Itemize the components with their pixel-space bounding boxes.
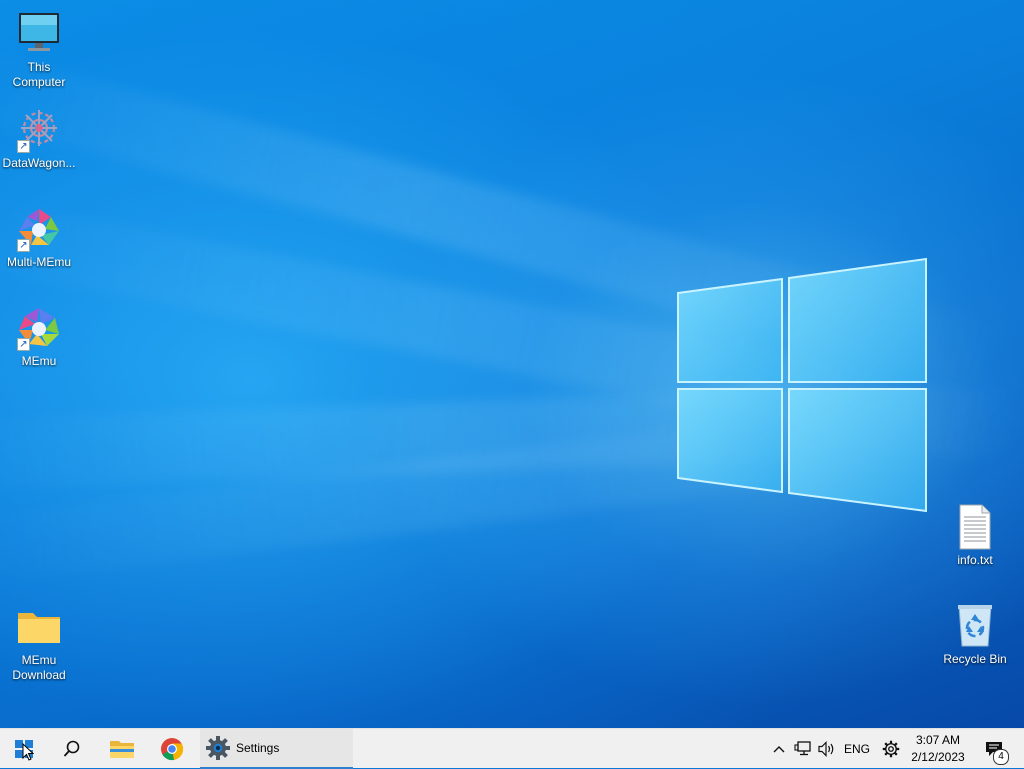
desktop-icon-label: Multi-MEmu — [6, 255, 71, 269]
clock-date: 2/12/2023 — [911, 750, 965, 764]
desktop-icon-label: info.txt — [957, 553, 993, 567]
desktop-icon-label: DataWagon... — [2, 156, 76, 170]
chevron-up-icon — [773, 746, 785, 753]
shortcut-arrow-icon: ↗ — [17, 140, 30, 153]
taskbar-file-explorer[interactable] — [98, 729, 146, 769]
taskbar-settings-label: Settings — [236, 741, 280, 755]
language-label: ENG — [843, 742, 870, 756]
datawagon-icon: ↗ — [15, 106, 63, 154]
volume-button[interactable] — [816, 729, 838, 769]
taskbar-chrome[interactable] — [148, 729, 196, 769]
recycle-bin-icon — [951, 602, 999, 650]
show-hidden-icons-button[interactable] — [769, 729, 789, 769]
gear-icon — [206, 736, 230, 760]
notification-count-badge: 4 — [993, 749, 1009, 765]
desktop-icon-info-txt[interactable]: info.txt — [937, 503, 1013, 568]
desktop-icon-label: Recycle Bin — [943, 652, 1007, 666]
search-button[interactable] — [48, 729, 96, 769]
language-indicator[interactable]: ENG — [840, 729, 874, 769]
desktop-wallpaper[interactable]: This Computer ↗ DataWagon... ↗ Multi-MEm… — [0, 0, 1024, 728]
taskbar: Settings ENG 3:07 AM 2/12/2023 4 — [0, 728, 1024, 769]
desktop-icon-this-computer[interactable]: This Computer — [1, 10, 77, 90]
desktop-icon-recycle-bin[interactable]: Recycle Bin — [937, 602, 1013, 667]
mouse-cursor-icon — [22, 743, 34, 761]
shortcut-arrow-icon: ↗ — [17, 239, 30, 252]
start-button[interactable] — [0, 729, 48, 769]
monitor-icon — [15, 10, 63, 58]
tray-settings-button[interactable] — [878, 729, 904, 769]
windows-logo-wallpaper — [677, 257, 927, 513]
desktop-icon-datawagon[interactable]: ↗ DataWagon... — [1, 106, 77, 171]
gear-icon — [882, 740, 900, 758]
multi-memu-icon: ↗ — [15, 205, 63, 253]
network-button[interactable] — [792, 729, 814, 769]
clock-time: 3:07 AM — [915, 733, 961, 747]
speaker-icon — [818, 741, 834, 757]
shortcut-arrow-icon: ↗ — [17, 338, 30, 351]
taskbar-clock[interactable]: 3:07 AM 2/12/2023 — [904, 732, 972, 766]
folder-icon — [110, 741, 134, 758]
taskbar-settings[interactable]: Settings — [200, 729, 353, 769]
chrome-icon — [161, 738, 184, 761]
desktop-icon-memu[interactable]: ↗ MEmu — [1, 304, 77, 369]
search-icon — [63, 740, 80, 757]
desktop-icon-multi-memu[interactable]: ↗ Multi-MEmu — [1, 205, 77, 270]
desktop-icon-label: MEmu Download — [12, 653, 66, 682]
text-file-icon — [951, 503, 999, 551]
memu-icon: ↗ — [15, 304, 63, 352]
desktop-icon-label: This Computer — [12, 60, 66, 89]
desktop-icon-memu-download[interactable]: MEmu Download — [1, 603, 77, 683]
network-icon — [794, 741, 811, 756]
desktop-icon-label: MEmu — [21, 354, 57, 368]
folder-icon — [15, 603, 63, 651]
